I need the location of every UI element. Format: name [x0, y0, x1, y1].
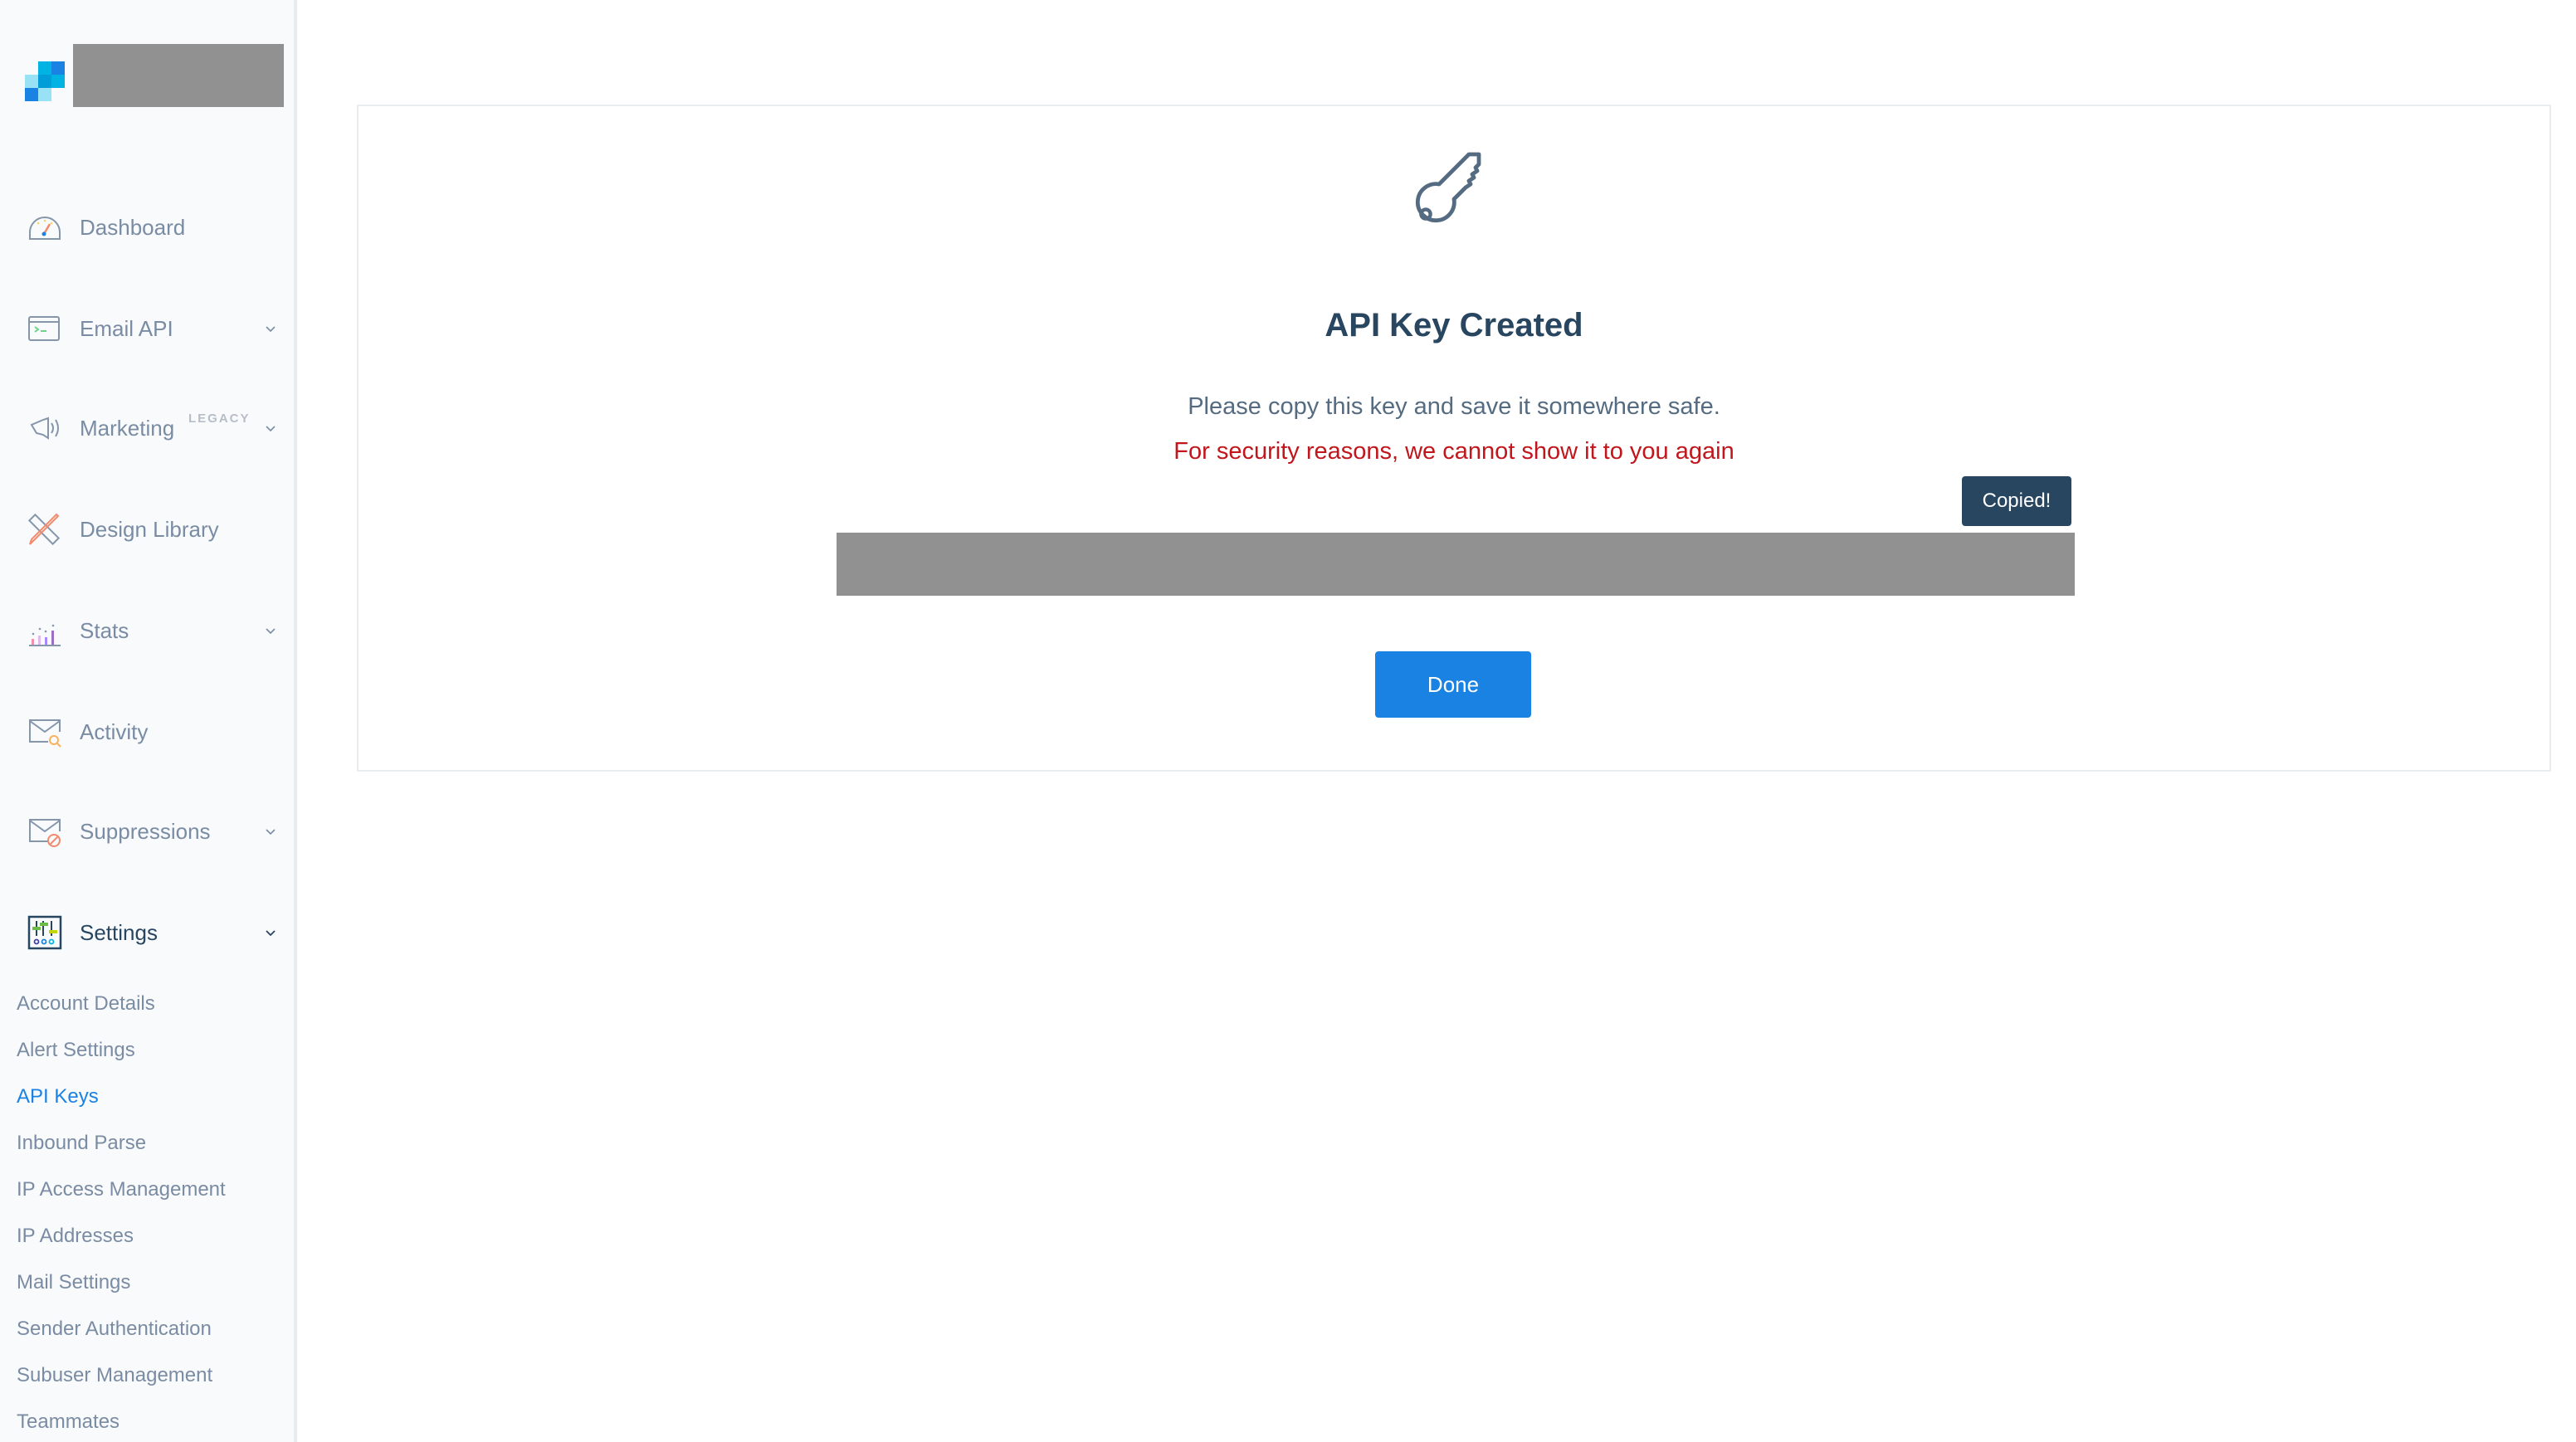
envelope-search-icon — [29, 719, 61, 748]
sidebar-item-stats[interactable]: Stats — [0, 606, 294, 655]
sidebar-subitem-ip-access-management[interactable]: IP Access Management — [17, 1178, 226, 1201]
sliders-icon — [27, 915, 62, 950]
dialog-title: API Key Created — [1325, 307, 1583, 343]
megaphone-icon — [30, 417, 59, 440]
sidebar-subitem-mail-settings[interactable]: Mail Settings — [17, 1271, 130, 1294]
sidebar-item-activity[interactable]: Activity — [0, 707, 294, 757]
pencil-ruler-icon — [27, 513, 61, 546]
sidebar-subitem-ip-addresses[interactable]: IP Addresses — [17, 1225, 134, 1248]
sidebar-subitem-api-keys[interactable]: API Keys — [17, 1085, 99, 1108]
sidebar-subitem-alert-settings[interactable]: Alert Settings — [17, 1039, 135, 1062]
sidebar-item-label: Marketing — [80, 415, 175, 441]
sidebar-subitem-subuser-management[interactable]: Subuser Management — [17, 1364, 212, 1387]
sidebar-item-design-library[interactable]: Design Library — [0, 504, 294, 554]
copied-tooltip: Copied! — [1962, 476, 2071, 526]
sidebar-subitem-sender-authentication[interactable]: Sender Authentication — [17, 1318, 212, 1341]
speedometer-icon — [29, 217, 61, 240]
security-warning: For security reasons, we cannot show it … — [1173, 438, 1734, 465]
chevron-down-icon — [266, 326, 276, 333]
sidebar-item-label: Activity — [80, 719, 149, 744]
done-button[interactable]: Done — [1375, 651, 1531, 718]
bar-chart-icon — [29, 624, 61, 646]
sidebar-item-label: Stats — [80, 617, 129, 643]
sidebar-item-label: Dashboard — [80, 214, 186, 240]
sendgrid-logo-icon[interactable] — [25, 61, 65, 101]
legacy-badge: LEGACY — [188, 412, 251, 426]
key-icon — [1415, 152, 1481, 223]
account-name-redacted — [73, 44, 284, 107]
sidebar-item-settings[interactable]: Settings — [0, 908, 294, 957]
sidebar-subitem-teammates[interactable]: Teammates — [17, 1410, 120, 1434]
sidebar-item-suppressions[interactable]: Suppressions — [0, 806, 294, 856]
sidebar-item-label: Email API — [80, 315, 173, 341]
chevron-down-icon — [266, 426, 276, 432]
sidebar-item-label: Suppressions — [80, 818, 211, 844]
dialog-message: Please copy this key and save it somewhe… — [1188, 393, 1720, 420]
sidebar-item-label: Design Library — [80, 516, 219, 542]
sidebar: Dashboard Email API Marketing LEGACY Des… — [0, 0, 297, 1442]
terminal-window-icon — [28, 316, 60, 341]
envelope-blocked-icon — [29, 819, 61, 847]
sidebar-item-dashboard[interactable]: Dashboard — [0, 202, 294, 252]
api-key-value-redacted[interactable] — [837, 533, 2075, 596]
sidebar-subitem-inbound-parse[interactable]: Inbound Parse — [17, 1132, 146, 1155]
sidebar-subitem-account-details[interactable]: Account Details — [17, 992, 155, 1016]
chevron-down-icon — [266, 930, 276, 937]
chevron-down-icon — [266, 628, 276, 635]
sidebar-item-marketing[interactable]: Marketing LEGACY — [0, 403, 294, 453]
sidebar-item-email-api[interactable]: Email API — [0, 304, 294, 353]
sidebar-item-label: Settings — [80, 919, 158, 945]
chevron-down-icon — [266, 829, 276, 835]
